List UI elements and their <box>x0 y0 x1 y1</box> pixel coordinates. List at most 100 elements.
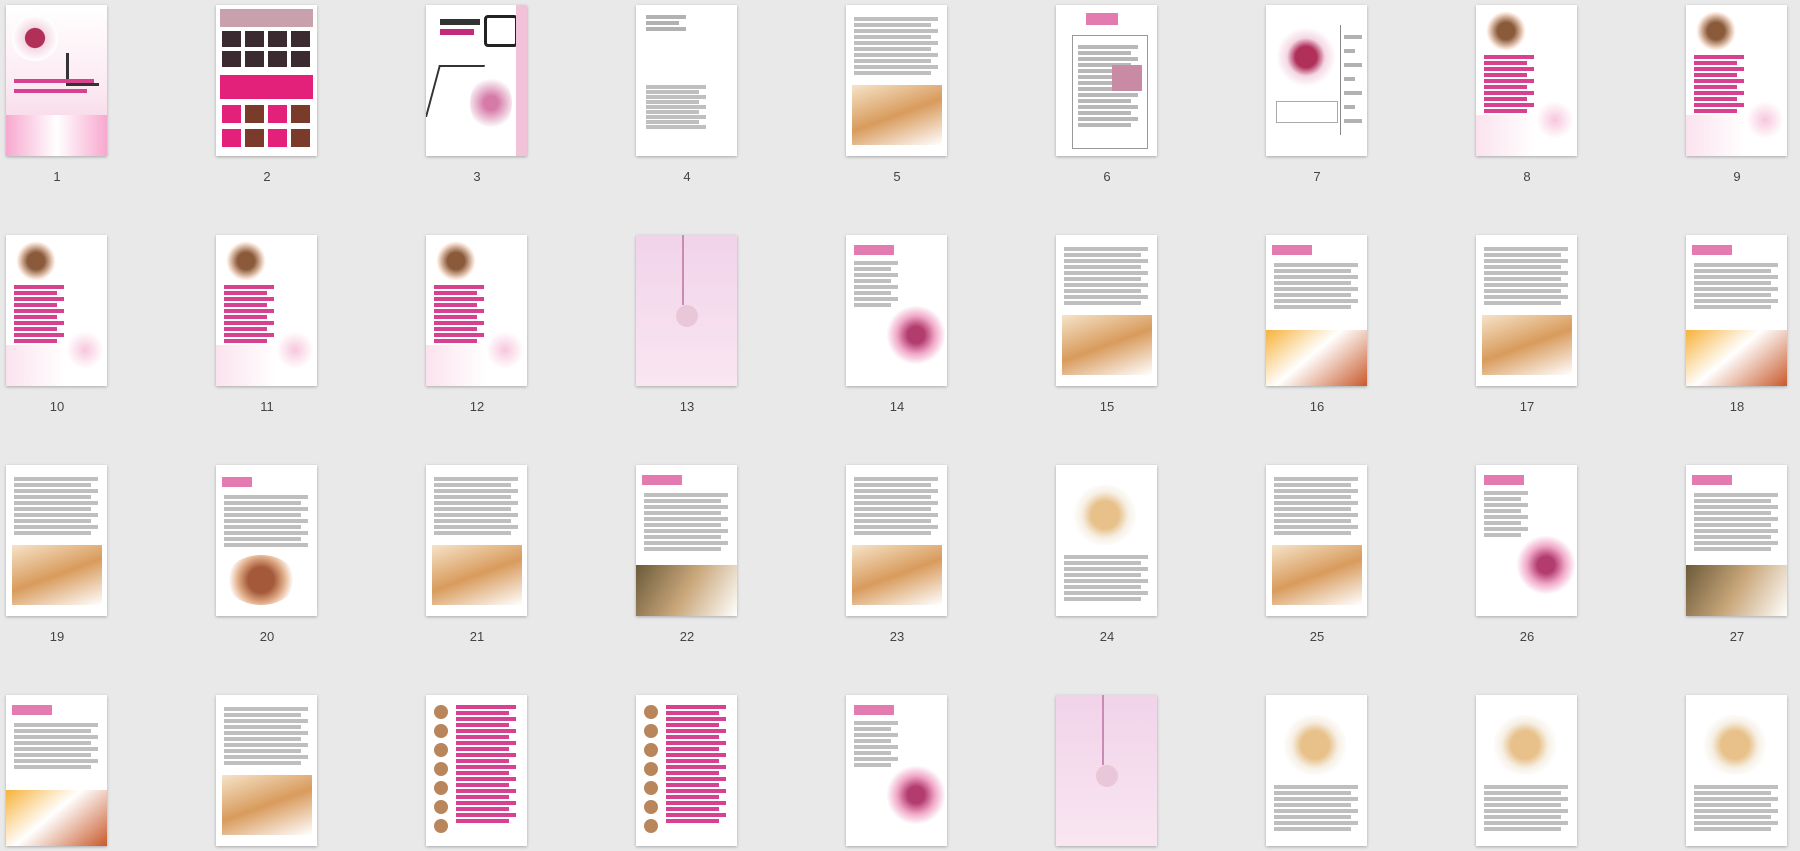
page-thumbnail-image[interactable] <box>426 235 527 386</box>
ornament <box>1096 765 1118 787</box>
page-number-label: 20 <box>259 629 275 644</box>
thumbnail-page-3[interactable]: 3 <box>425 5 529 195</box>
thumbnail-page-19[interactable]: 19 <box>5 465 109 655</box>
page-thumbnail-image[interactable] <box>1056 465 1157 616</box>
thumbnail-page-35[interactable]: 35 <box>1475 695 1579 851</box>
thumbnail-page-23[interactable]: 23 <box>845 465 949 655</box>
page-thumbnail-image[interactable] <box>1476 465 1577 616</box>
page-thumbnail-image[interactable] <box>846 5 947 156</box>
page-thumbnail-image[interactable] <box>1056 5 1157 156</box>
thumbnail-page-20[interactable]: 20 <box>215 465 319 655</box>
page-thumbnail-image[interactable] <box>846 235 947 386</box>
page-thumbnail-image[interactable] <box>216 465 317 616</box>
thumbnail-page-29[interactable]: 29 <box>215 695 319 851</box>
thumbnail-page-9[interactable]: 9 <box>1685 5 1789 195</box>
text-line <box>1484 785 1568 789</box>
page-thumbnail-image[interactable] <box>6 235 107 386</box>
thumbnail-page-17[interactable]: 17 <box>1475 235 1579 425</box>
text-line <box>224 339 267 343</box>
thumbnail-page-21[interactable]: 21 <box>425 465 529 655</box>
page-number-label: 21 <box>469 629 485 644</box>
thumbnail-page-16[interactable]: 16 <box>1265 235 1369 425</box>
thumbnail-page-26[interactable]: 26 <box>1475 465 1579 655</box>
text-line <box>854 483 931 487</box>
thumbnail-page-14[interactable]: 14 <box>845 235 949 425</box>
page-thumbnail-image[interactable] <box>846 695 947 846</box>
page-thumbnail-image[interactable] <box>636 695 737 846</box>
thumbnail-page-6[interactable]: 6 <box>1055 5 1159 195</box>
thumbnail-page-18[interactable]: 18 <box>1685 235 1789 425</box>
text-line <box>1694 73 1737 77</box>
thumbnail-page-10[interactable]: 10 <box>5 235 109 425</box>
thumbnail-page-4[interactable]: 4 <box>635 5 739 195</box>
text-line <box>224 531 308 535</box>
page-thumbnail-image[interactable] <box>1056 695 1157 846</box>
thumbnail-page-32[interactable]: 32 <box>845 695 949 851</box>
page-thumbnail-image[interactable] <box>1686 5 1787 156</box>
ad-banner <box>220 75 313 99</box>
page-number-label: 7 <box>1313 169 1321 184</box>
text-line <box>224 537 301 541</box>
page-thumbnail-image[interactable] <box>1476 695 1577 846</box>
page-thumbnail-image[interactable] <box>636 465 737 616</box>
thumbnail-page-27[interactable]: 27 <box>1685 465 1789 655</box>
page-thumbnail-image[interactable] <box>1266 465 1367 616</box>
page-thumbnail-image[interactable] <box>636 5 737 156</box>
page-thumbnail-image[interactable] <box>216 235 317 386</box>
page-thumbnail-image[interactable] <box>6 695 107 846</box>
text-line <box>666 741 726 745</box>
thumbnail-page-11[interactable]: 11 <box>215 235 319 425</box>
page-thumbnail-image[interactable] <box>216 5 317 156</box>
zodiac-icon <box>434 800 448 814</box>
ornament <box>676 305 698 327</box>
text-line <box>1064 301 1141 305</box>
page-thumbnail-image[interactable] <box>6 5 107 156</box>
thumbnail-page-12[interactable]: 12 <box>425 235 529 425</box>
page-thumbnail-image[interactable] <box>1266 235 1367 386</box>
text-line <box>644 523 721 527</box>
page-thumbnail-image[interactable] <box>1476 235 1577 386</box>
thumbnail-page-13[interactable]: 13 <box>635 235 739 425</box>
page-thumbnail-image[interactable] <box>1686 465 1787 616</box>
page-thumbnail-image[interactable] <box>1686 235 1787 386</box>
page-thumbnail-image[interactable] <box>1686 695 1787 846</box>
text-line <box>1694 109 1737 113</box>
thumbnail-page-36[interactable]: 36 <box>1685 695 1789 851</box>
page-thumbnail-image[interactable] <box>1056 235 1157 386</box>
thumbnail-page-25[interactable]: 25 <box>1265 465 1369 655</box>
page-thumbnail-image[interactable] <box>426 5 527 156</box>
text-line <box>224 761 301 765</box>
page-thumbnail-image[interactable] <box>426 695 527 846</box>
thumbnail-page-22[interactable]: 22 <box>635 465 739 655</box>
thumbnail-page-7[interactable]: 7 <box>1265 5 1369 195</box>
text-line <box>666 729 726 733</box>
text-line <box>854 745 898 749</box>
text-line <box>1274 275 1358 279</box>
ad-cover <box>222 31 241 47</box>
text-line <box>434 321 484 325</box>
page-thumbnail-image[interactable] <box>216 695 317 846</box>
illustration <box>470 75 512 131</box>
page-thumbnail-image[interactable] <box>1476 5 1577 156</box>
thumbnail-page-24[interactable]: 24 <box>1055 465 1159 655</box>
text-line <box>1064 295 1148 299</box>
page-thumbnail-image[interactable] <box>846 465 947 616</box>
page-thumbnail-image[interactable] <box>426 465 527 616</box>
thumbnail-page-1[interactable]: 1 <box>5 5 109 195</box>
thumbnail-page-8[interactable]: 8 <box>1475 5 1579 195</box>
thumbnail-page-15[interactable]: 15 <box>1055 235 1159 425</box>
page-thumbnail-image[interactable] <box>1266 5 1367 156</box>
thumbnail-page-34[interactable]: 34 <box>1265 695 1369 851</box>
thumbnail-page-28[interactable]: 28 <box>5 695 109 851</box>
page-thumbnail-image[interactable] <box>1266 695 1367 846</box>
thumbnail-page-2[interactable]: 2 <box>215 5 319 195</box>
text-line <box>434 513 518 517</box>
page-thumbnail-image[interactable] <box>6 465 107 616</box>
text-line <box>224 755 308 759</box>
thumbnail-page-33[interactable]: 33 <box>1055 695 1159 851</box>
thumbnail-page-31[interactable]: 31 <box>635 695 739 851</box>
page-thumbnail-image[interactable] <box>636 235 737 386</box>
thumbnail-page-30[interactable]: 30 <box>425 695 529 851</box>
thumbnail-page-5[interactable]: 5 <box>845 5 949 195</box>
text-line <box>1484 55 1534 59</box>
